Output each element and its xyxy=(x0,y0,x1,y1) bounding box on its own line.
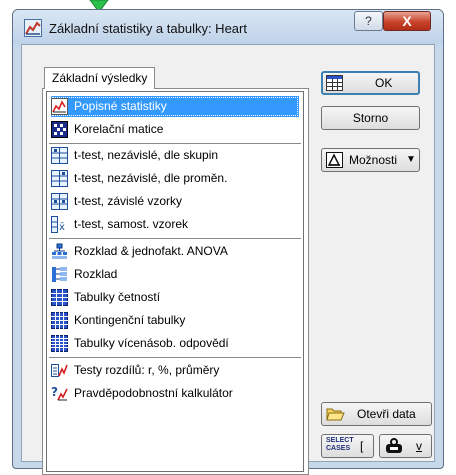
ok-label: OK xyxy=(375,76,393,90)
list-item-descriptive-statistics[interactable]: Popisné statistiky xyxy=(51,96,299,117)
crosstab-icon xyxy=(51,312,68,329)
list-item-label: Kontingenční tabulky xyxy=(74,313,186,327)
weights-shortcut: v xyxy=(416,439,422,453)
chevron-down-icon: ▼ xyxy=(406,154,416,165)
cancel-button[interactable]: Storno xyxy=(321,106,420,130)
list-item-label: Tabulky vícenásob. odpovědí xyxy=(74,336,229,350)
options-label: Možnosti xyxy=(349,153,398,167)
ok-button[interactable]: OK xyxy=(321,71,420,95)
breakdown-icon xyxy=(52,267,67,282)
list-item-t-test-groups[interactable]: t-test, nezávislé, dle skupin xyxy=(51,145,299,166)
statistics-app-icon xyxy=(24,19,42,37)
correlation-matrix-icon xyxy=(51,121,68,138)
select-cases-line1: SELECT xyxy=(326,437,354,444)
spreadsheet-icon xyxy=(326,75,343,91)
tab-basic-results[interactable]: Základní výsledky xyxy=(44,67,156,89)
list-item-t-test-variables[interactable]: t-test, nezávislé, dle proměn. xyxy=(51,168,299,189)
list-item-multiple-response[interactable]: Tabulky vícenásob. odpovědí xyxy=(51,333,299,354)
list-item-breakdown-anova[interactable]: Rozklad & jednofakt. ANOVA xyxy=(51,241,299,262)
dialog-client-area: Základní výsledky Popisné statistiky Kor… xyxy=(21,44,435,475)
list-item-label: Korelační matice xyxy=(74,122,164,136)
list-item-label: t-test, závislé vzorky xyxy=(74,194,183,208)
select-cases-line2: CASES xyxy=(326,445,351,452)
title-bar[interactable]: Základní statistiky a tabulky: Heart ? X xyxy=(13,10,443,44)
svg-text:x̄: x̄ xyxy=(59,222,65,233)
window-title: Základní statistiky a tabulky: Heart xyxy=(49,21,247,36)
select-cases-icon: SELECT CASES xyxy=(326,437,354,453)
dialog-window: Základní statistiky a tabulky: Heart ? X… xyxy=(12,9,444,475)
multiple-response-icon xyxy=(51,335,68,352)
weight-icon xyxy=(386,438,402,453)
list-item-t-test-dependent[interactable]: t-test, závislé vzorky xyxy=(51,191,299,212)
list-separator xyxy=(49,238,301,239)
help-button[interactable]: ? xyxy=(354,11,383,31)
descriptive-stats-icon xyxy=(51,98,68,115)
frequency-table-icon xyxy=(51,289,68,306)
cancel-label: Storno xyxy=(352,111,389,125)
list-separator xyxy=(49,357,301,358)
list-item-frequency-tables[interactable]: Tabulky četností xyxy=(51,287,299,308)
list-item-label: Popisné statistiky xyxy=(74,99,167,113)
help-glyph: ? xyxy=(365,14,372,28)
open-data-button[interactable]: Otevři data xyxy=(321,402,432,426)
list-item-breakdown[interactable]: Rozklad xyxy=(51,264,299,285)
difference-tests-icon xyxy=(51,364,68,377)
list-separator xyxy=(49,143,301,144)
list-item-label: Tabulky četností xyxy=(74,290,161,304)
list-item-label: Rozklad & jednofakt. ANOVA xyxy=(74,244,228,258)
list-item-crosstabs[interactable]: Kontingenční tabulky xyxy=(51,310,299,331)
list-item-label: Pravděpodobnostní kalkulátor xyxy=(74,386,233,400)
options-button[interactable]: Možnosti ▼ xyxy=(321,148,420,172)
probability-calculator-icon: ? xyxy=(51,385,68,401)
open-data-label: Otevři data xyxy=(357,407,416,421)
list-item-probability-calculator[interactable]: ? Pravděpodobnostní kalkulátor xyxy=(51,383,299,404)
analysis-list[interactable]: Popisné statistiky Korelační matice t-te… xyxy=(46,91,304,472)
list-item-t-test-single[interactable]: x̄ t-test, samost. vzorek xyxy=(51,214,299,235)
svg-text:?: ? xyxy=(51,385,58,399)
weights-button[interactable]: v xyxy=(379,434,432,458)
t-test-variables-icon xyxy=(51,170,68,187)
t-test-single-icon: x̄ xyxy=(51,216,65,233)
select-cases-shortcut: [ xyxy=(360,439,364,453)
close-button[interactable]: X xyxy=(383,11,431,31)
list-item-label: Rozklad xyxy=(74,267,118,281)
folder-open-icon xyxy=(326,408,345,421)
close-icon: X xyxy=(402,13,412,29)
list-item-label: t-test, nezávislé, dle skupin xyxy=(74,148,219,162)
options-icon xyxy=(326,152,343,168)
list-item-label: t-test, nezávislé, dle proměn. xyxy=(74,171,228,185)
select-cases-button[interactable]: SELECT CASES [ xyxy=(321,434,374,458)
list-item-label: Testy rozdílů: r, %, průměry xyxy=(74,363,220,377)
list-item-label: t-test, samost. vzorek xyxy=(74,217,189,231)
t-test-groups-icon xyxy=(51,147,68,164)
list-item-difference-tests[interactable]: Testy rozdílů: r, %, průměry xyxy=(51,360,299,381)
breakdown-anova-icon xyxy=(52,243,67,259)
t-test-dependent-icon xyxy=(51,193,68,210)
list-item-correlation-matrix[interactable]: Korelační matice xyxy=(51,119,299,140)
